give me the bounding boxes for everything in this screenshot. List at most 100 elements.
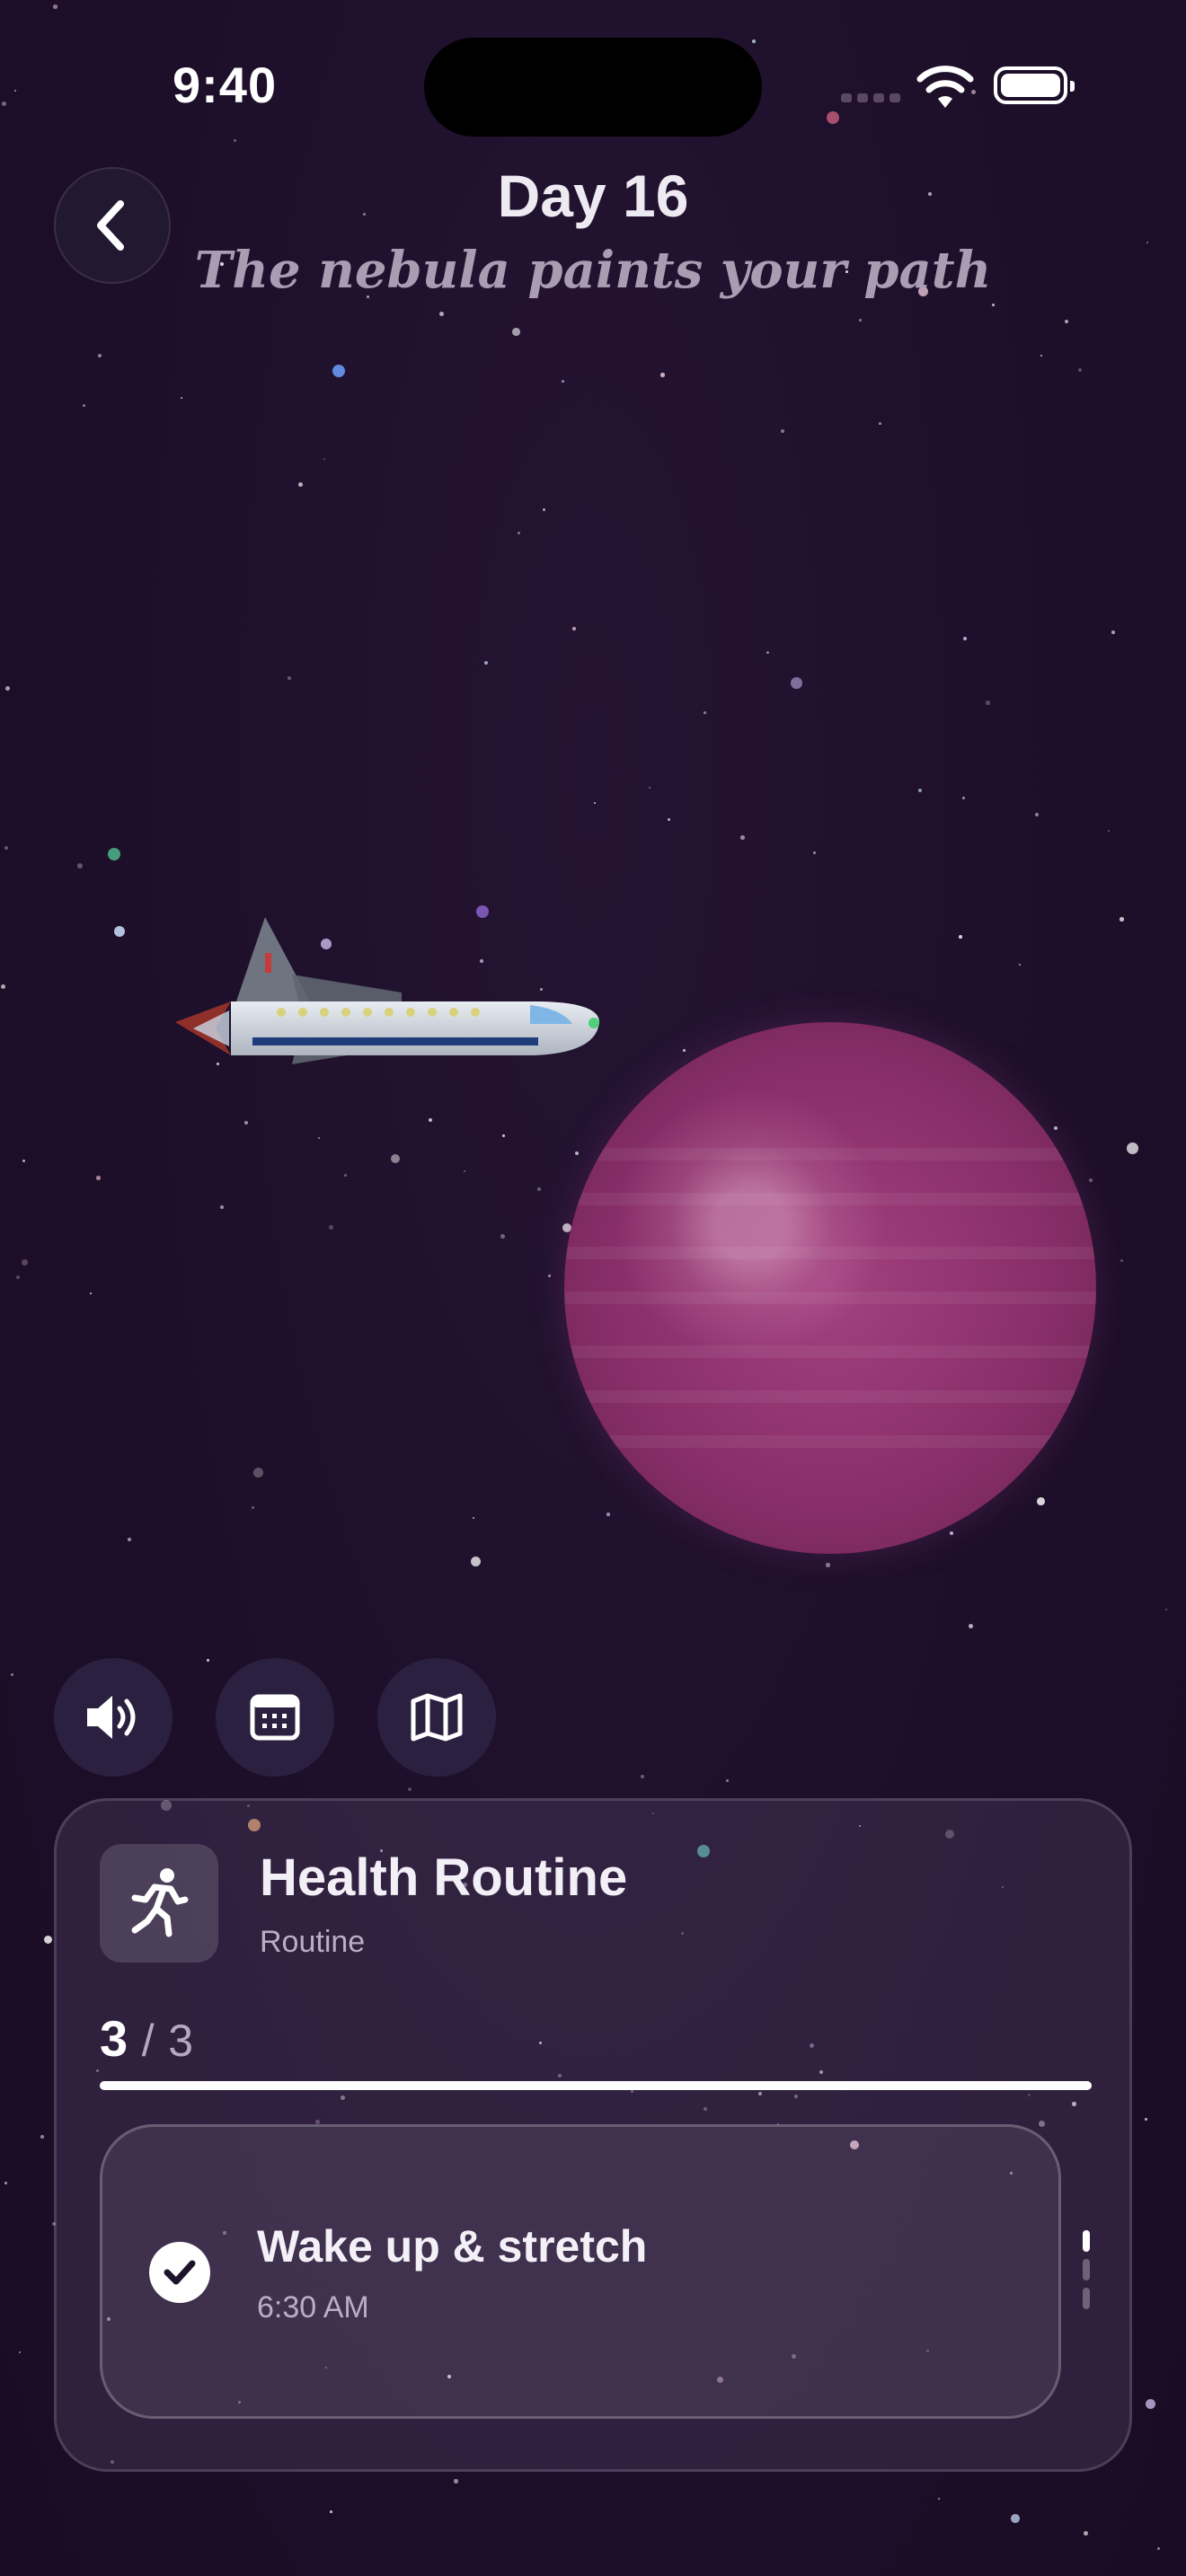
routine-category: Routine xyxy=(260,1925,366,1959)
star xyxy=(641,1775,645,1779)
star xyxy=(2,101,6,106)
page-subtitle: The nebula paints your path xyxy=(194,241,992,300)
star xyxy=(471,1557,482,1567)
star xyxy=(1065,320,1068,323)
star xyxy=(752,40,756,43)
star xyxy=(1040,355,1043,357)
progress-total: 3 xyxy=(168,2016,193,2066)
speaker-icon xyxy=(87,1696,136,1739)
progress-bar xyxy=(100,2081,1092,2090)
star xyxy=(332,365,345,377)
star xyxy=(950,1531,953,1535)
star xyxy=(649,787,651,790)
star xyxy=(98,354,102,358)
star xyxy=(962,797,965,799)
star xyxy=(1019,964,1022,966)
star xyxy=(572,627,576,631)
star xyxy=(181,397,183,400)
wifi-icon xyxy=(916,66,974,108)
page-dot xyxy=(1083,2230,1090,2252)
star xyxy=(40,2135,45,2139)
star xyxy=(83,404,86,408)
star xyxy=(114,926,126,938)
star xyxy=(439,312,444,316)
map-icon xyxy=(411,1693,463,1742)
star xyxy=(4,846,8,850)
star xyxy=(44,1936,53,1945)
progress-separator: / xyxy=(141,2016,155,2066)
star xyxy=(543,508,546,512)
star xyxy=(992,304,995,306)
star xyxy=(548,1275,551,1277)
star xyxy=(1078,368,1082,372)
star xyxy=(1084,2531,1088,2536)
star xyxy=(668,818,671,822)
star xyxy=(19,2351,22,2354)
star xyxy=(1035,813,1040,817)
star xyxy=(879,422,881,425)
star xyxy=(330,2510,332,2513)
star xyxy=(1054,1126,1058,1130)
page-title: Day 16 xyxy=(497,163,689,229)
status-time: 9:40 xyxy=(173,57,278,113)
task-time: 6:30 AM xyxy=(257,2290,369,2325)
star xyxy=(827,111,839,124)
star xyxy=(234,139,237,143)
star xyxy=(562,380,564,383)
star xyxy=(1127,1142,1138,1154)
star xyxy=(429,1118,433,1123)
star xyxy=(1146,2399,1156,2410)
star xyxy=(22,1160,26,1163)
battery-icon xyxy=(994,66,1075,104)
star xyxy=(473,1517,475,1520)
star xyxy=(660,373,665,377)
progress-completed: 3 xyxy=(100,2010,128,2067)
star xyxy=(1111,631,1116,635)
star xyxy=(683,1049,686,1052)
star xyxy=(207,1659,210,1663)
star xyxy=(813,851,817,855)
calendar-button[interactable] xyxy=(216,1658,334,1777)
star xyxy=(454,2479,458,2483)
star xyxy=(986,701,990,705)
running-person-icon xyxy=(131,1868,189,1937)
page-dot xyxy=(1083,2259,1090,2280)
star xyxy=(502,1134,505,1137)
star xyxy=(1120,917,1124,922)
star xyxy=(500,1234,505,1239)
map-button[interactable] xyxy=(377,1658,496,1777)
star xyxy=(318,1137,321,1140)
task-title: Wake up & stretch xyxy=(257,2221,648,2272)
star xyxy=(606,1513,610,1516)
planet xyxy=(564,1022,1096,1554)
task-item[interactable]: Wake up & stretch 6:30 AM xyxy=(100,2124,1061,2419)
star xyxy=(108,848,120,860)
star xyxy=(1037,1497,1045,1505)
star xyxy=(740,835,745,840)
dynamic-island xyxy=(424,38,762,137)
star xyxy=(918,789,922,792)
star xyxy=(859,319,862,322)
star xyxy=(323,458,326,461)
star xyxy=(220,1205,224,1209)
star xyxy=(781,429,784,433)
star xyxy=(938,2498,941,2501)
sound-button[interactable] xyxy=(54,1658,173,1777)
star xyxy=(128,1538,132,1542)
star xyxy=(537,1187,541,1191)
spaceship xyxy=(175,917,599,1064)
star xyxy=(1120,1259,1123,1262)
task-checkbox[interactable] xyxy=(149,2242,210,2303)
progress-count: 3 / 3 xyxy=(100,2009,193,2068)
routine-card[interactable]: Health Routine Routine 3 / 3 Wake up & s… xyxy=(54,1798,1132,2472)
star xyxy=(518,532,520,534)
star xyxy=(90,1292,93,1295)
star xyxy=(1108,830,1111,833)
star xyxy=(766,651,770,655)
star xyxy=(969,1624,973,1628)
star xyxy=(53,4,58,9)
star xyxy=(16,1275,20,1279)
star xyxy=(1157,2547,1161,2551)
routine-icon-tile xyxy=(100,1844,218,1963)
star xyxy=(11,1673,13,1676)
